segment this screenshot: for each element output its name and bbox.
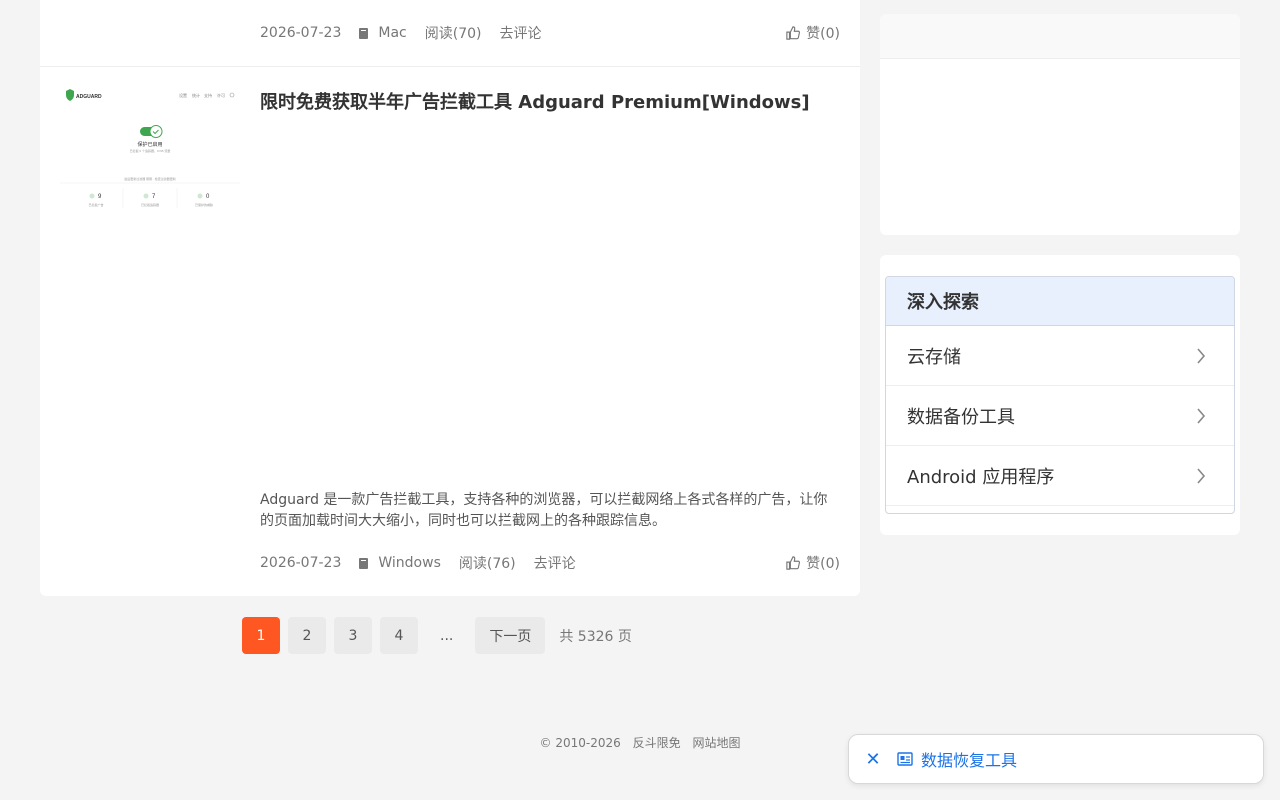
thumb-footer-note: 最后更新过滤器 刚刚 · 检查过滤器更新 bbox=[124, 176, 176, 181]
sidebar-explore-widget: 深入探索 云存储 数据备份工具 Android 应用程序 bbox=[880, 255, 1240, 535]
like-count: 赞(0) bbox=[806, 556, 840, 572]
thumb-status: 保护已启用 bbox=[137, 141, 162, 148]
chevron-right-icon bbox=[1197, 347, 1206, 364]
explore-panel: 深入探索 云存储 数据备份工具 Android 应用程序 bbox=[885, 276, 1235, 514]
thumb-stat-ads-label: 已拦截广告 bbox=[88, 202, 103, 207]
like-button[interactable]: 赞(0) bbox=[786, 553, 840, 573]
page-4-button[interactable]: 4 bbox=[380, 617, 418, 654]
thumb-stat-trackers-label: 已拦截追踪器 bbox=[141, 202, 159, 207]
chevron-right-icon bbox=[1197, 467, 1206, 484]
next-page-button[interactable]: 下一页 bbox=[475, 617, 546, 654]
page-2-button[interactable]: 2 bbox=[288, 617, 326, 654]
pagination-ellipsis: ... bbox=[440, 627, 454, 644]
book-icon bbox=[359, 557, 369, 569]
related-search-toast: ✕ 数据恢复工具 bbox=[848, 734, 1264, 784]
thumbs-up-icon bbox=[786, 556, 801, 570]
thumb-status-sub: 已拦截 0 个追踪器，0 KB 流量 bbox=[130, 148, 171, 153]
post-category[interactable]: Windows bbox=[359, 555, 441, 571]
post-category[interactable]: Mac bbox=[359, 25, 407, 41]
explore-title: 深入探索 bbox=[886, 277, 1234, 326]
post-item: 2026-07-23 Mac 阅读(70) 去评论 赞(0) bbox=[40, 0, 860, 67]
protection-toggle bbox=[140, 125, 163, 138]
close-icon[interactable]: ✕ bbox=[863, 749, 883, 770]
post-meta: 2026-07-23 Mac 阅读(70) 去评论 赞(0) bbox=[260, 23, 840, 43]
sidebar-widget bbox=[880, 14, 1240, 235]
copyright: © 2010-2026 bbox=[539, 736, 621, 750]
post-excerpt: Adguard 是一款广告拦截工具，支持各种的浏览器，可以拦截网络上各式各样的广… bbox=[260, 492, 828, 529]
post-reads: 阅读(76) bbox=[458, 556, 516, 572]
thumbs-up-icon bbox=[786, 26, 801, 40]
explore-item-cloud-storage[interactable]: 云存储 bbox=[886, 326, 1234, 386]
thumb-nav-1: 设置 bbox=[179, 92, 187, 98]
page-1-button[interactable]: 1 bbox=[242, 617, 280, 654]
footer-sitemap-link[interactable]: 网站地图 bbox=[692, 736, 740, 750]
post-list: 2026-07-23 Mac 阅读(70) 去评论 赞(0) ADGUARD 设… bbox=[40, 0, 860, 596]
book-icon bbox=[359, 27, 369, 39]
post-reads: 阅读(70) bbox=[424, 26, 482, 42]
thumb-stat-threats-value: 0 bbox=[206, 194, 210, 200]
like-count: 赞(0) bbox=[806, 26, 840, 42]
post-category-label: Mac bbox=[378, 25, 407, 41]
post-date: 2026-07-23 bbox=[260, 555, 342, 571]
thumb-nav-2: 统计 bbox=[192, 92, 200, 98]
footer-site-link[interactable]: 反斗限免 bbox=[633, 736, 681, 750]
post-thumbnail[interactable]: ADGUARD 设置 统计 支持 许可 保护已启用 已拦截 0 个追踪器，0 K… bbox=[60, 86, 240, 210]
chevron-right-icon bbox=[1197, 407, 1206, 424]
explore-item-label: 云存储 bbox=[907, 346, 961, 368]
post-category-label: Windows bbox=[378, 555, 441, 571]
thumb-nav-4: 许可 bbox=[217, 92, 225, 98]
total-pages: 共 5326 页 bbox=[559, 628, 632, 645]
comment-link[interactable]: 去评论 bbox=[534, 553, 576, 573]
toast-link[interactable]: 数据恢复工具 bbox=[921, 747, 1017, 771]
thumb-stat-threats-label: 已保护的威胁 bbox=[195, 202, 213, 207]
explore-item-label: Android 应用程序 bbox=[907, 466, 1055, 488]
post-title[interactable]: 限时免费获取半年广告拦截工具 Adguard Premium[Windows] bbox=[260, 88, 810, 114]
post-meta: 2026-07-23 Windows 阅读(76) 去评论 赞(0) bbox=[260, 553, 840, 573]
pagination: 1 2 3 4 ... 下一页 共 5326 页 bbox=[242, 617, 646, 654]
page-3-button[interactable]: 3 bbox=[334, 617, 372, 654]
thumb-stat-trackers-value: 7 bbox=[152, 194, 156, 200]
article-icon bbox=[897, 752, 913, 766]
thumb-nav-3: 支持 bbox=[204, 92, 212, 98]
explore-item-label: 数据备份工具 bbox=[907, 406, 1015, 428]
explore-item-android-apps[interactable]: Android 应用程序 bbox=[886, 446, 1234, 506]
explore-item-backup-tools[interactable]: 数据备份工具 bbox=[886, 386, 1234, 446]
like-button[interactable]: 赞(0) bbox=[786, 23, 840, 43]
sidebar-widget-header bbox=[880, 14, 1240, 59]
adguard-logo bbox=[66, 89, 74, 101]
comment-link[interactable]: 去评论 bbox=[499, 23, 541, 43]
thumb-brand: ADGUARD bbox=[76, 94, 102, 100]
post-date: 2026-07-23 bbox=[260, 25, 342, 41]
thumb-stat-ads-value: 9 bbox=[98, 194, 102, 200]
